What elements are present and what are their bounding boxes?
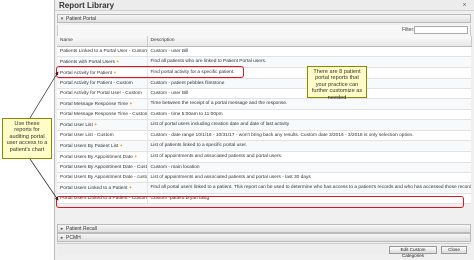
table-row[interactable]: Portal Users By Patient List✦ List of pat… bbox=[57, 140, 471, 152]
report-name-cell[interactable]: Portal Users By Patient List✦ bbox=[57, 140, 148, 152]
table-row[interactable]: Portal Users By Appointment Date - Custo… bbox=[57, 162, 471, 173]
table-row[interactable]: Portal Activity for Portal User - Custom… bbox=[57, 88, 471, 99]
report-name-cell[interactable]: Portal Users By Appointment Date - custo… bbox=[57, 172, 148, 183]
table-row[interactable]: Portal Message Response Time - Custom Cus… bbox=[57, 109, 471, 120]
chevron-right-icon: ▸ bbox=[60, 226, 64, 232]
window-title: Report Library bbox=[59, 1, 115, 10]
table-header-row: Name Description bbox=[57, 36, 472, 47]
report-name: Patients Linked to a Portal User - Custo… bbox=[60, 48, 147, 54]
report-name-cell[interactable]: Portal User List✦ bbox=[57, 119, 148, 131]
report-table: Name Description Patients Linked to a Po… bbox=[57, 36, 472, 204]
section-label: Patient Recall bbox=[66, 226, 97, 232]
report-name: Portal Message Response Time bbox=[60, 101, 128, 107]
report-description: List of appointments and associated pati… bbox=[147, 172, 471, 183]
report-name-cell[interactable]: Patients Linked to a Portal User - Custo… bbox=[57, 46, 148, 57]
star-icon: ✦ bbox=[93, 121, 98, 127]
report-name-cell[interactable]: Portal User List - Custom bbox=[57, 130, 148, 141]
callout-customize: There are 8 patient portal reports that … bbox=[307, 66, 367, 101]
report-name-cell[interactable]: Portal Activity for Portal User - Custom bbox=[57, 88, 148, 99]
close-button[interactable]: Close bbox=[441, 246, 467, 254]
callout-auditing: Use these reports for auditing portal us… bbox=[2, 118, 52, 159]
report-name-cell[interactable]: Portal Users By Appointment Date✦ bbox=[57, 151, 148, 163]
star-icon: ✦ bbox=[115, 58, 120, 64]
report-description: List of portal users including creation … bbox=[147, 119, 471, 131]
report-description: Custom - date range 10/1/16 - 10/31/17 -… bbox=[147, 130, 471, 141]
report-library-window: Report Library × ▾ Patient Portal Filter:… bbox=[54, 0, 474, 260]
table-row[interactable]: Portal Users By Appointment Date - custo… bbox=[57, 172, 471, 183]
report-description: Custom - time 5:00am to 11:00pm bbox=[147, 109, 471, 120]
report-name: Portal Users By Appointment Date bbox=[60, 154, 133, 160]
report-name-cell[interactable]: Portal Activity for Patient - Custom bbox=[57, 78, 148, 89]
edit-custom-categories-button[interactable]: Edit Custom Categories bbox=[389, 246, 437, 258]
report-name-cell[interactable]: Portal Message Response Time✦ bbox=[57, 98, 148, 110]
chevron-down-icon: ▾ bbox=[60, 16, 64, 22]
star-icon: ✦ bbox=[128, 184, 133, 190]
report-name: Portal Users Linked to a Patient bbox=[60, 185, 128, 191]
column-header-name[interactable]: Name bbox=[57, 36, 148, 47]
report-name: Portal User List bbox=[60, 122, 93, 128]
section-label: Patient Portal bbox=[66, 16, 97, 22]
section-header-pcmh[interactable]: ▸ PCMH bbox=[57, 233, 471, 242]
report-name-cell[interactable]: Portal Message Response Time - Custom bbox=[57, 109, 148, 120]
report-description: List of patients linked to a specific po… bbox=[147, 140, 471, 152]
report-description: Custom - main location bbox=[147, 162, 471, 173]
report-name: Patients with Portal Users bbox=[60, 59, 115, 65]
window-titlebar: Report Library × bbox=[55, 0, 474, 11]
star-icon: ✦ bbox=[133, 153, 138, 159]
section-header-patient-recall[interactable]: ▸ Patient Recall bbox=[57, 224, 471, 233]
report-name: Portal Users By Appointment Date - Custo… bbox=[60, 164, 147, 170]
filter-label: Filter: bbox=[402, 27, 415, 33]
table-row[interactable]: Portal Users Linked to a Patient✦ Find al… bbox=[57, 182, 471, 194]
report-name: Portal Activity for Portal User - Custom bbox=[60, 90, 142, 96]
section-label: PCMH bbox=[66, 235, 81, 241]
report-description: Custom - user Bill bbox=[147, 46, 471, 57]
report-name: Portal Activity for Patient - Custom bbox=[60, 80, 133, 86]
section-header-patient-portal[interactable]: ▾ Patient Portal bbox=[57, 14, 471, 23]
column-header-description[interactable]: Description bbox=[147, 36, 472, 47]
star-icon: ✦ bbox=[119, 142, 124, 148]
report-description: Time between the receipt of a portal mes… bbox=[147, 98, 471, 110]
chevron-right-icon: ▸ bbox=[60, 235, 64, 241]
table-row[interactable]: Portal User List✦ List of portal users in… bbox=[57, 119, 471, 131]
report-description: Find all portal users linked to a patien… bbox=[147, 182, 471, 194]
report-name: Portal User List - Custom bbox=[60, 132, 114, 138]
table-row[interactable]: Portal User List - Custom Custom - date r… bbox=[57, 130, 471, 141]
report-description: List of appointments and associated pati… bbox=[147, 151, 471, 163]
close-icon[interactable]: × bbox=[460, 1, 469, 10]
report-name-cell[interactable]: Portal Users Linked to a Patient✦ bbox=[57, 182, 148, 194]
filter-input[interactable] bbox=[414, 26, 468, 34]
report-name: Portal Users By Patient List bbox=[60, 143, 119, 149]
window-footer: Edit Custom Categories Close bbox=[57, 243, 471, 258]
star-icon: ✦ bbox=[129, 100, 133, 106]
report-name-cell[interactable]: Portal Users By Appointment Date - Custo… bbox=[57, 162, 148, 173]
table-row[interactable]: Patients Linked to a Portal User - Custo… bbox=[57, 46, 471, 57]
filter-row: Filter: bbox=[57, 25, 471, 36]
table-row[interactable]: Portal Activity for Patient - Custom Cust… bbox=[57, 78, 471, 89]
highlight-portal-activity-row bbox=[56, 66, 244, 78]
report-name: Portal Users By Appointment Date - custo… bbox=[60, 174, 147, 180]
highlight-portal-users-linked-row bbox=[56, 196, 464, 208]
report-name: Portal Message Response Time - Custom bbox=[60, 111, 147, 117]
table-row[interactable]: Portal Message Response Time✦ Time betwee… bbox=[57, 98, 471, 110]
table-row[interactable]: Portal Users By Appointment Date✦ List of… bbox=[57, 151, 471, 163]
